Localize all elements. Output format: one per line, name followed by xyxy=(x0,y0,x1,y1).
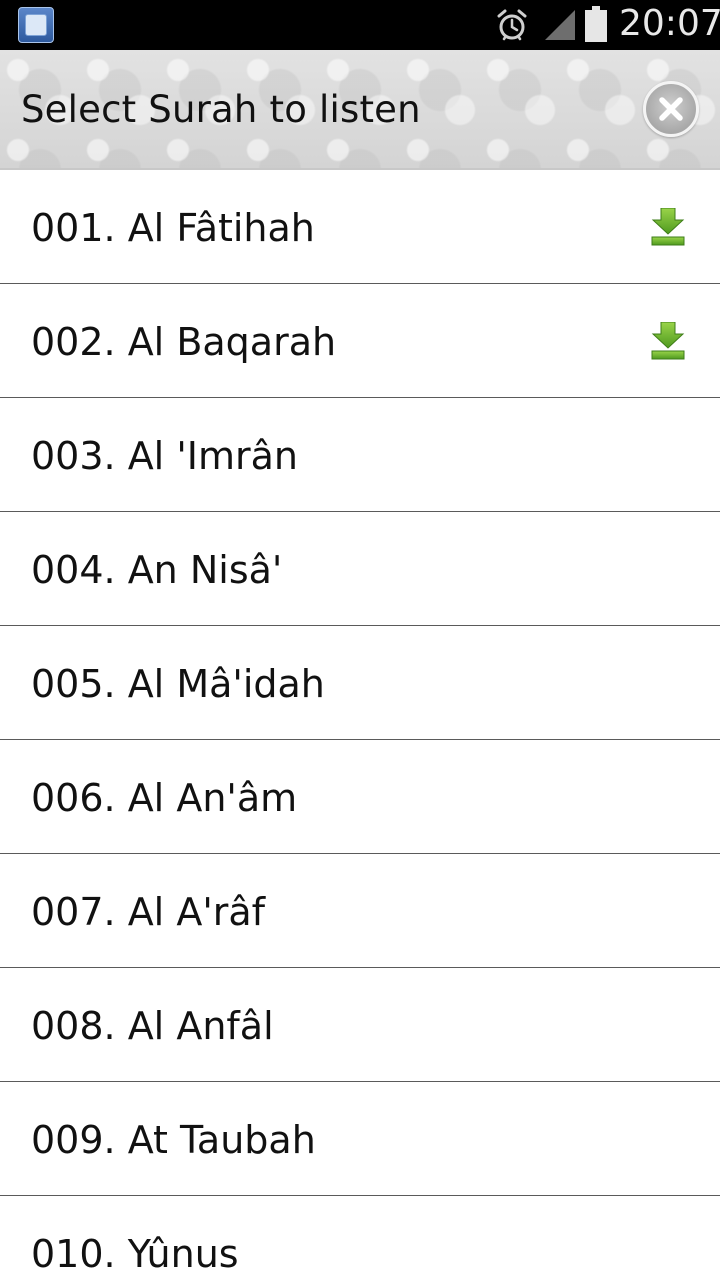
surah-label: 010. Yûnus xyxy=(31,1232,239,1276)
list-item[interactable]: 010. Yûnus xyxy=(0,1196,720,1280)
surah-label: 005. Al Mâ'idah xyxy=(31,662,325,706)
surah-list[interactable]: 001. Al Fâtihah 002. Al Baqarah 003. Al … xyxy=(0,170,720,1280)
list-item[interactable]: 007. Al A'râf xyxy=(0,854,720,968)
download-icon[interactable] xyxy=(650,208,686,246)
close-button[interactable] xyxy=(643,81,699,137)
surah-label: 006. Al An'âm xyxy=(31,776,298,820)
surah-label: 008. Al Anfâl xyxy=(31,1004,274,1048)
list-item[interactable]: 003. Al 'Imrân xyxy=(0,398,720,512)
surah-label: 007. Al A'râf xyxy=(31,890,266,934)
list-item[interactable]: 002. Al Baqarah xyxy=(0,284,720,398)
battery-icon xyxy=(585,6,607,42)
surah-label: 002. Al Baqarah xyxy=(31,320,337,364)
page-title: Select Surah to listen xyxy=(21,88,421,131)
surah-label: 004. An Nisâ' xyxy=(31,548,283,592)
download-icon[interactable] xyxy=(650,322,686,360)
status-bar: 20:07 xyxy=(0,0,720,50)
surah-label: 009. At Taubah xyxy=(31,1118,316,1162)
signal-icon xyxy=(545,10,575,40)
list-item[interactable]: 006. Al An'âm xyxy=(0,740,720,854)
list-item[interactable]: 004. An Nisâ' xyxy=(0,512,720,626)
header: Select Surah to listen xyxy=(0,50,720,170)
app-icon xyxy=(18,7,54,43)
close-icon xyxy=(659,97,683,121)
surah-label: 003. Al 'Imrân xyxy=(31,434,298,478)
clock: 20:07 xyxy=(619,3,720,44)
list-item[interactable]: 005. Al Mâ'idah xyxy=(0,626,720,740)
list-item[interactable]: 008. Al Anfâl xyxy=(0,968,720,1082)
surah-label: 001. Al Fâtihah xyxy=(31,206,315,250)
list-item[interactable]: 001. Al Fâtihah xyxy=(0,170,720,284)
alarm-icon xyxy=(497,9,527,41)
list-item[interactable]: 009. At Taubah xyxy=(0,1082,720,1196)
